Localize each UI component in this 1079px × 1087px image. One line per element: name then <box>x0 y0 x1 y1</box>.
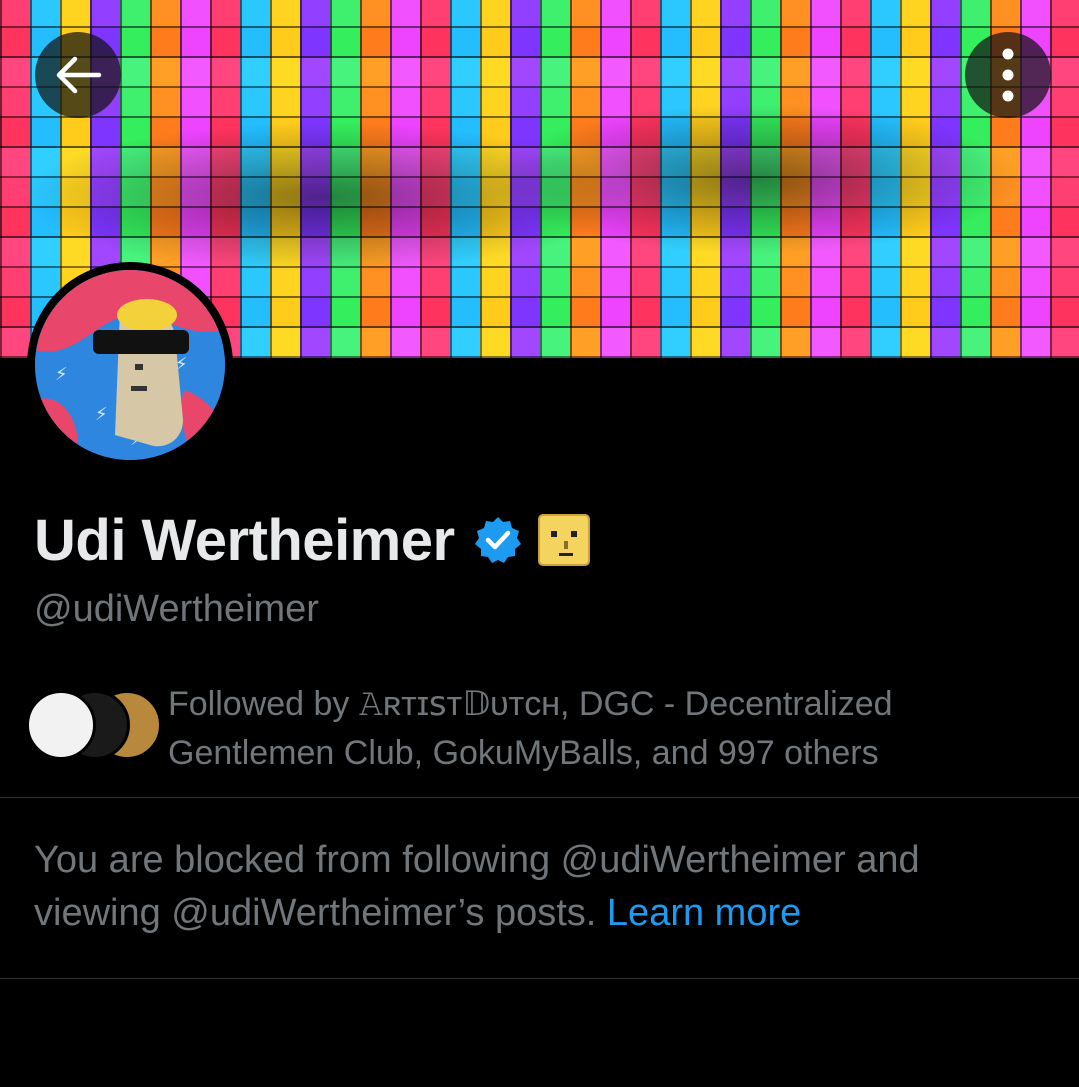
followed-by-text[interactable]: Followed by 𝙰ʀᴛɪꜱᴛ𝔻ᴜᴛᴄʜ, DGC - Decentral… <box>168 680 1048 778</box>
more-vertical-icon <box>1002 48 1014 102</box>
divider <box>0 978 1079 979</box>
svg-text:⚡: ⚡ <box>95 404 108 424</box>
profile-avatar[interactable]: ⚡ ⚡ ⚡ ⚡ <box>27 262 233 468</box>
follower-avatars[interactable] <box>26 690 162 760</box>
avatar-image: ⚡ ⚡ ⚡ ⚡ <box>35 270 225 460</box>
profile-name-row: Udi Wertheimer <box>34 505 591 575</box>
profile-handle: @udiWertheimer <box>34 588 319 630</box>
divider <box>0 797 1079 798</box>
verified-badge-icon[interactable] <box>473 515 523 565</box>
follower-avatar <box>26 690 96 760</box>
emoji-face-badge-icon[interactable] <box>537 513 591 567</box>
more-options-button[interactable] <box>965 32 1051 118</box>
display-name: Udi Wertheimer <box>34 507 455 573</box>
learn-more-link[interactable]: Learn more <box>607 892 801 934</box>
svg-text:⚡: ⚡ <box>55 364 68 384</box>
followers-you-know[interactable]: Followed by 𝙰ʀᴛɪꜱᴛ𝔻ᴜᴛᴄʜ, DGC - Decentral… <box>26 680 1066 780</box>
back-button[interactable] <box>35 32 121 118</box>
arrow-left-icon <box>56 56 102 94</box>
blocked-notice: You are blocked from following @udiWerth… <box>34 834 1054 940</box>
